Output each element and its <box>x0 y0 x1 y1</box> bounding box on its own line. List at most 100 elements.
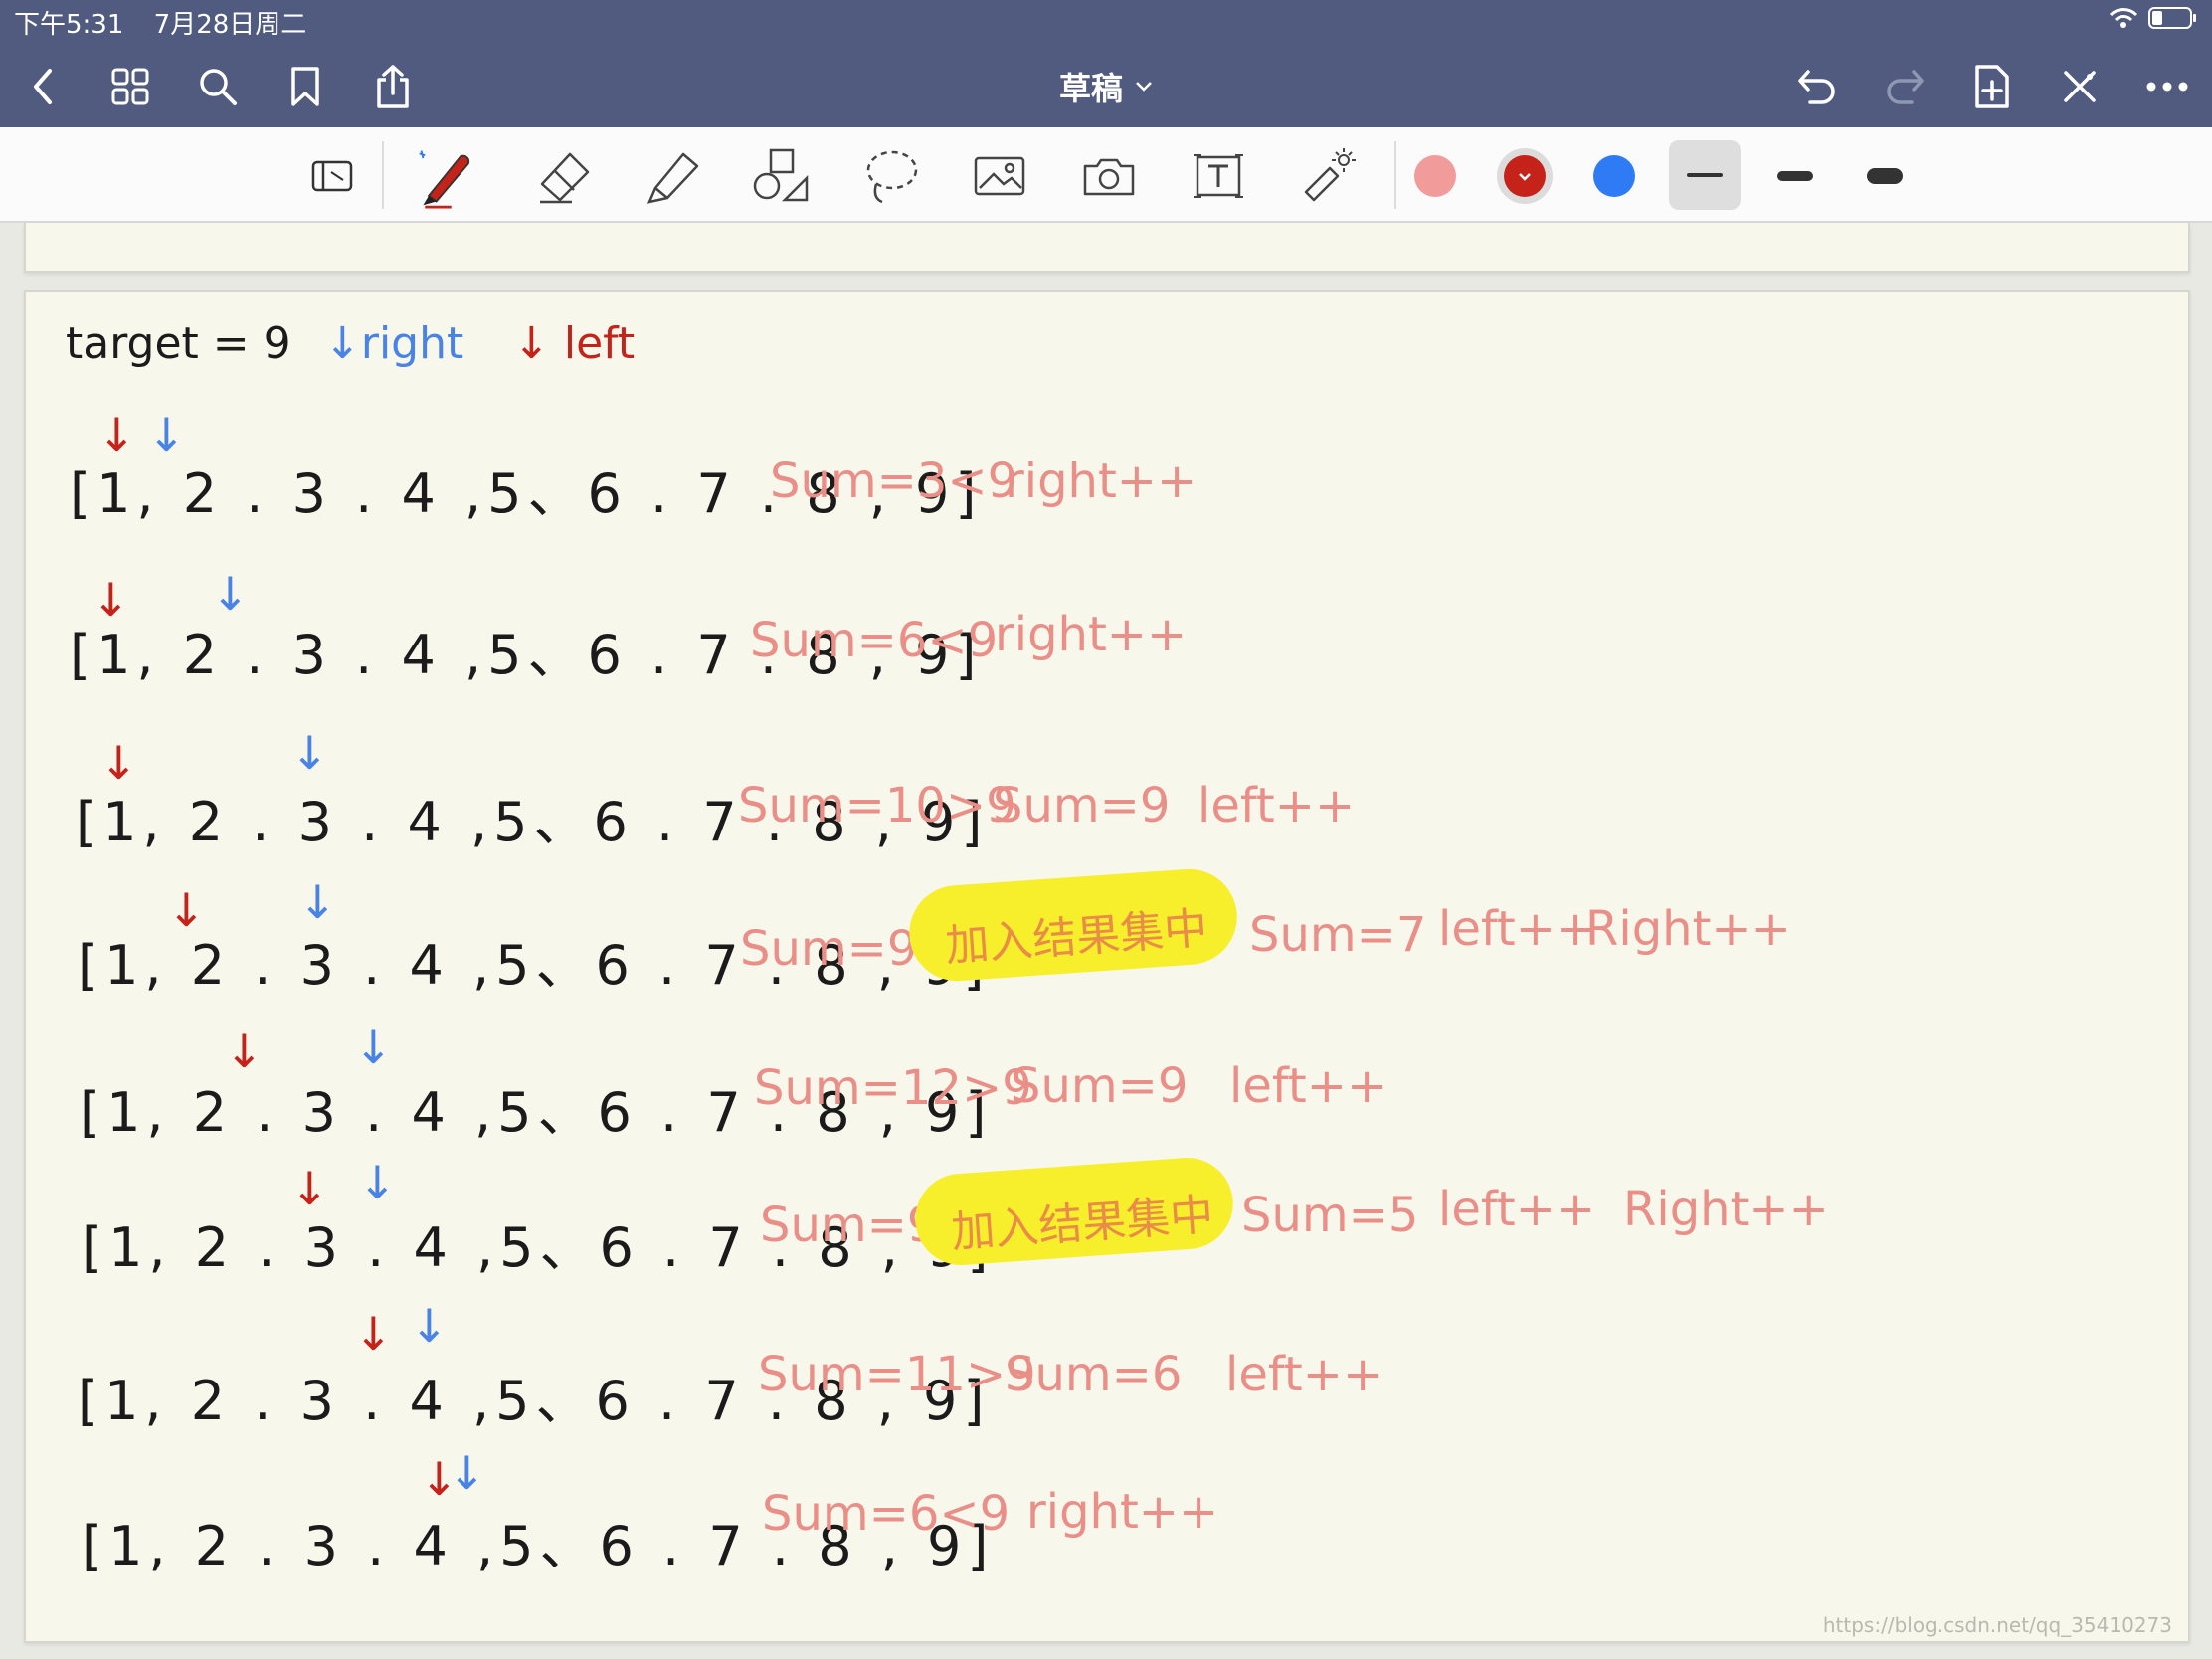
row-note: Sum=11>9 <box>758 1347 1036 1402</box>
image-tool[interactable] <box>967 143 1032 209</box>
document-title-text: 草稿 <box>1058 70 1124 107</box>
add-page-button[interactable] <box>1965 60 2019 113</box>
row-note: Sum=9 <box>740 921 918 977</box>
stroke-thick-icon <box>1867 168 1903 184</box>
grid-icon <box>111 68 149 105</box>
row-note: Sum=6<9 <box>762 1486 1011 1542</box>
camera-icon <box>1083 158 1135 196</box>
stroke-width-thin-selected[interactable] <box>1669 140 1741 210</box>
row-note: Sum=9 <box>993 778 1171 833</box>
more-icon <box>2146 82 2188 92</box>
text-icon <box>1194 154 1243 198</box>
search-button[interactable] <box>191 60 245 113</box>
toolbar-separator <box>1394 141 1396 209</box>
redo-icon <box>1887 70 1924 104</box>
search-icon <box>200 69 237 105</box>
grid-button[interactable] <box>103 60 157 113</box>
app-header: 下午5:31 7月28日周二 草稿 <box>0 0 2212 127</box>
row-note: Sum=3<9 <box>770 454 1018 509</box>
share-button[interactable] <box>366 60 420 113</box>
color-swatch-pink-icon <box>1414 155 1456 197</box>
scan-icon <box>311 160 353 192</box>
share-icon <box>377 65 409 108</box>
row-note: Sum=6<9 <box>750 613 999 668</box>
redo-button[interactable] <box>1878 60 1932 113</box>
pen-icon <box>419 150 470 209</box>
color-swatch-red-icon <box>1497 148 1553 204</box>
left-pointer-arrow: ↓ <box>354 1307 393 1361</box>
undo-button[interactable] <box>1790 60 1844 113</box>
row-note: left++ <box>1438 1182 1596 1237</box>
add-page-icon <box>1975 65 2009 108</box>
row-note: left++ <box>1438 901 1596 957</box>
highlighter-tool[interactable] <box>641 143 706 209</box>
row-note: Sum=5 <box>1241 1188 1419 1243</box>
row-note: right++ <box>995 607 1188 662</box>
battery-icon <box>2148 7 2196 29</box>
right-pointer-arrow: ↓ <box>298 875 337 929</box>
bookmark-button[interactable] <box>278 60 332 113</box>
pen-tool[interactable] <box>414 143 479 209</box>
document-title[interactable]: 草稿 <box>1059 64 1153 109</box>
back-icon <box>34 69 52 104</box>
watermark: https://blog.csdn.net/qq_35410273 <box>1822 1613 2172 1637</box>
lasso-icon <box>866 150 918 204</box>
row-note: Sum=10>9 <box>738 778 1016 833</box>
row-note: Right++ <box>1585 901 1791 957</box>
right-pointer-arrow: ↓ <box>410 1299 449 1353</box>
bookmark-icon <box>291 67 319 106</box>
wifi-icon <box>2109 8 2138 28</box>
back-button[interactable] <box>16 60 70 113</box>
image-icon <box>974 156 1025 196</box>
right-pointer-arrow: ↓ <box>358 1156 397 1209</box>
row-note: Sum=12>9 <box>754 1060 1032 1116</box>
status-indicators <box>2109 6 2198 30</box>
previous-page <box>24 223 2190 273</box>
more-button[interactable] <box>2140 60 2194 113</box>
color-swatch-red-selected[interactable] <box>1492 143 1558 209</box>
stroke-medium-icon <box>1777 171 1813 181</box>
right-pointer-legend: ↓right <box>324 318 464 369</box>
row-note: right++ <box>1026 1484 1219 1540</box>
nav-bar: 草稿 <box>0 48 2212 127</box>
row-note: Sum=7 <box>1249 907 1427 963</box>
row-note: Sum=9 <box>1011 1058 1189 1114</box>
eraser-icon <box>540 152 590 204</box>
scan-tool[interactable] <box>300 143 366 209</box>
eraser-tool[interactable] <box>531 143 597 209</box>
status-time: 下午5:31 <box>14 10 124 40</box>
status-date: 7月28日周二 <box>153 10 307 40</box>
stroke-thin-icon <box>1687 173 1723 177</box>
laser-pointer-icon <box>1304 148 1356 202</box>
row-note: Right++ <box>1623 1182 1829 1237</box>
right-pointer-arrow: ↓ <box>290 726 329 780</box>
right-pointer-arrow: ↓ <box>354 1020 393 1074</box>
toolbar-separator <box>382 141 384 209</box>
undo-icon <box>1798 70 1835 104</box>
highlighter-icon <box>646 152 699 204</box>
stroke-width-medium[interactable] <box>1762 143 1828 209</box>
close-tools-icon <box>2064 71 2096 102</box>
laser-pointer-tool[interactable] <box>1295 143 1361 209</box>
color-swatch-blue[interactable] <box>1581 143 1647 209</box>
stroke-width-thick[interactable] <box>1852 143 1918 209</box>
text-tool[interactable] <box>1186 143 1251 209</box>
right-pointer-arrow: ↓ <box>448 1446 486 1500</box>
row-note: left++ <box>1225 1347 1383 1402</box>
color-swatch-pink[interactable] <box>1402 143 1468 209</box>
note-page[interactable]: target = 9 ↓right ↓ left ↓ ↓ [1, 2 . 3 .… <box>24 290 2190 1643</box>
status-bar: 下午5:31 7月28日周二 <box>14 4 328 41</box>
camera-tool[interactable] <box>1076 143 1142 209</box>
shapes-tool[interactable] <box>748 143 814 209</box>
row-note: Sum=9 <box>760 1198 938 1253</box>
close-tools-button[interactable] <box>2053 60 2107 113</box>
left-pointer-legend: ↓ left <box>513 318 636 369</box>
lasso-tool[interactable] <box>857 143 923 209</box>
shapes-icon <box>753 148 809 202</box>
chevron-down-icon <box>1136 82 1152 92</box>
row-note: right++ <box>1005 454 1198 509</box>
row-note: left++ <box>1198 778 1356 833</box>
target-label: target = 9 <box>66 318 291 369</box>
row-note: Sum=6 <box>1005 1347 1183 1402</box>
color-swatch-blue-icon <box>1593 155 1635 197</box>
